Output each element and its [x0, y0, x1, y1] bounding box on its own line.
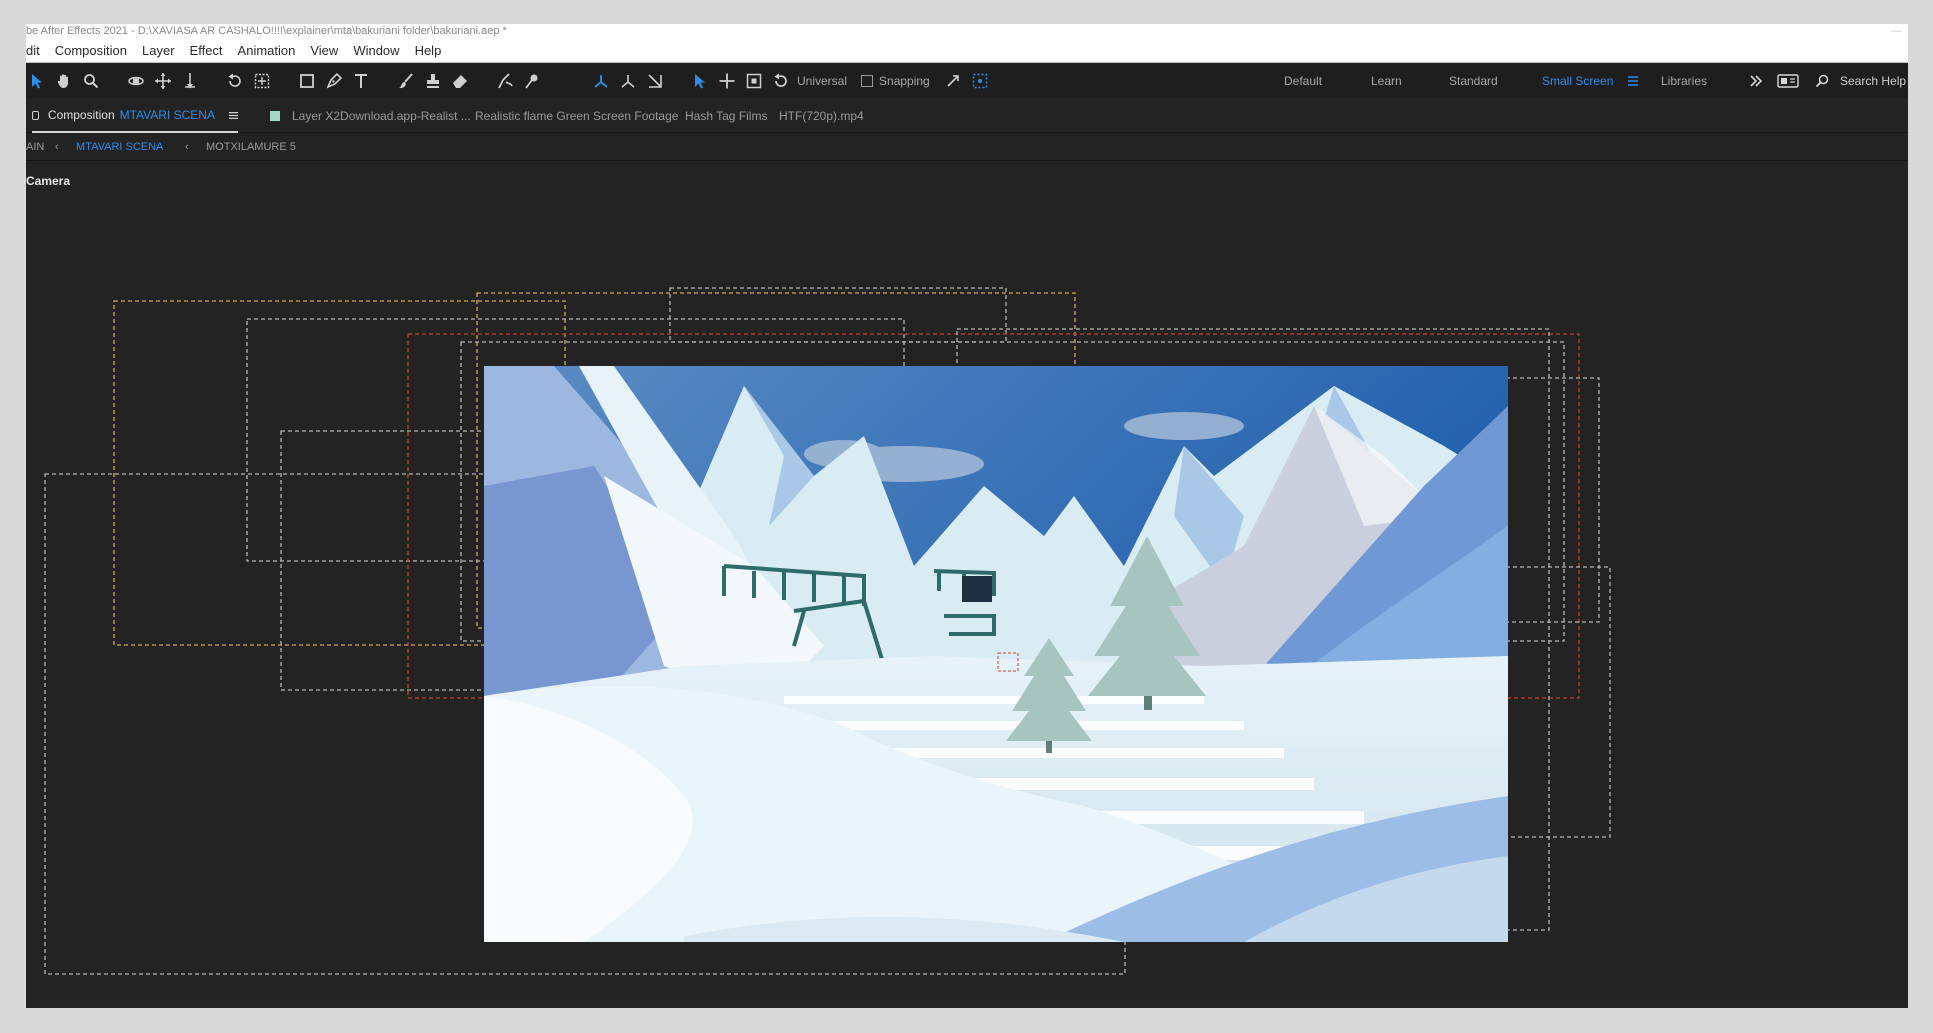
layer-tab-label: Layer X2Download.app-Realist ...	[292, 109, 471, 123]
search-help[interactable]: Search Help	[1840, 64, 1906, 98]
panel-menu-icon[interactable]	[228, 111, 238, 120]
workspace-libraries[interactable]: Libraries	[1661, 64, 1707, 98]
composition-name: MTAVARI SCENA	[119, 108, 215, 122]
composition-frame[interactable]	[484, 366, 1508, 942]
workspace-standard[interactable]: Standard	[1449, 64, 1498, 98]
composition-navigator: AIN ‹ MTAVARI SCENA ‹ MOTXILAMURE 5	[26, 133, 1908, 161]
breadcrumb-main[interactable]: AIN	[26, 133, 44, 161]
world-axis-icon[interactable]	[617, 69, 639, 93]
footage-tab-flame[interactable]: Realistic flame Green Screen Footage	[475, 99, 678, 133]
orbit-camera-tool-icon[interactable]	[125, 69, 147, 93]
rotate-tool-icon[interactable]	[224, 69, 246, 93]
breadcrumb-left-icon: ‹	[55, 141, 59, 153]
after-effects-window: be After Effects 2021 - D:\XAVIASA AR CA…	[26, 24, 1908, 1008]
layer-bounds-bottom-right	[1491, 566, 1611, 838]
roto-brush-tool-icon[interactable]	[494, 69, 516, 93]
workspace-learn[interactable]: Learn	[1371, 64, 1402, 98]
axis-mode-label[interactable]: Universal	[797, 74, 847, 88]
tools-panel: Universal Snapping Default Learn Standar…	[26, 64, 1908, 98]
rectangle-tool-icon[interactable]	[296, 69, 318, 93]
workspace-default[interactable]: Default	[1284, 64, 1322, 98]
workspace-menu-icon[interactable]	[1627, 64, 1639, 98]
snap-feature-icon[interactable]	[969, 69, 991, 93]
composition-viewer[interactable]: Camera	[26, 162, 1908, 1008]
zoom-tool-icon[interactable]	[80, 69, 102, 93]
universal-mode-icon[interactable]	[689, 69, 711, 93]
snapping-label[interactable]: Snapping	[879, 74, 930, 88]
move-gizmo-icon[interactable]	[716, 69, 738, 93]
dolly-camera-tool-icon[interactable]	[179, 69, 201, 93]
composition-tab[interactable]: Composition MTAVARI SCENA	[32, 99, 238, 133]
brush-tool-icon[interactable]	[395, 69, 417, 93]
hand-tool-icon[interactable]	[53, 69, 75, 93]
sync-settings-icon[interactable]	[1777, 64, 1799, 98]
viewer-tabs: Composition MTAVARI SCENA Layer X2Downlo…	[26, 99, 1908, 133]
breadcrumb-left-icon: ‹	[185, 141, 189, 153]
view-axis-icon[interactable]	[644, 69, 666, 93]
footage-tab-hashtag[interactable]: Hash Tag Films	[685, 99, 767, 133]
expand-icon[interactable]	[942, 69, 964, 93]
more-workspaces-icon[interactable]	[1749, 64, 1763, 98]
eraser-tool-icon[interactable]	[449, 69, 471, 93]
menu-edit[interactable]: dit	[26, 43, 40, 58]
rotate-gizmo-icon[interactable]	[770, 69, 792, 93]
menu-help[interactable]: Help	[415, 43, 442, 58]
title-bar: be After Effects 2021 - D:\XAVIASA AR CA…	[26, 24, 1908, 39]
layer-tab[interactable]: Layer X2Download.app-Realist ...	[270, 99, 471, 133]
menu-window[interactable]: Window	[353, 43, 399, 58]
composition-prefix: Composition	[47, 108, 115, 122]
layer-bounds-right-edge	[1491, 377, 1600, 623]
search-icon[interactable]	[1815, 64, 1829, 98]
menu-layer[interactable]: Layer	[142, 43, 175, 58]
breadcrumb-motxilamure[interactable]: MOTXILAMURE 5	[206, 133, 296, 161]
workspace-small-screen[interactable]: Small Screen	[1542, 64, 1613, 98]
pen-tool-icon[interactable]	[323, 69, 345, 93]
window-title: be After Effects 2021 - D:\XAVIASA AR CA…	[26, 25, 507, 37]
scale-gizmo-icon[interactable]	[743, 69, 765, 93]
pan-behind-tool-icon[interactable]	[251, 69, 273, 93]
ski-slope-scene	[484, 366, 1508, 942]
lock-icon[interactable]	[32, 110, 39, 120]
snapping-checkbox[interactable]	[861, 75, 874, 87]
menu-bar: dit Composition Layer Effect Animation V…	[26, 39, 1908, 63]
clone-stamp-tool-icon[interactable]	[422, 69, 444, 93]
local-axis-icon[interactable]	[590, 69, 612, 93]
type-tool-icon[interactable]	[350, 69, 372, 93]
pan-camera-tool-icon[interactable]	[152, 69, 174, 93]
menu-composition[interactable]: Composition	[55, 43, 127, 58]
menu-animation[interactable]: Animation	[238, 43, 296, 58]
breadcrumb-mtavari-scena[interactable]: MTAVARI SCENA	[76, 133, 163, 161]
selection-tool-icon[interactable]	[26, 69, 48, 93]
menu-view[interactable]: View	[310, 43, 338, 58]
menu-effect[interactable]: Effect	[190, 43, 223, 58]
layer-color-swatch	[270, 111, 280, 121]
puppet-pin-tool-icon[interactable]	[521, 69, 543, 93]
footage-tab-htf[interactable]: HTF(720p).mp4	[779, 99, 864, 133]
